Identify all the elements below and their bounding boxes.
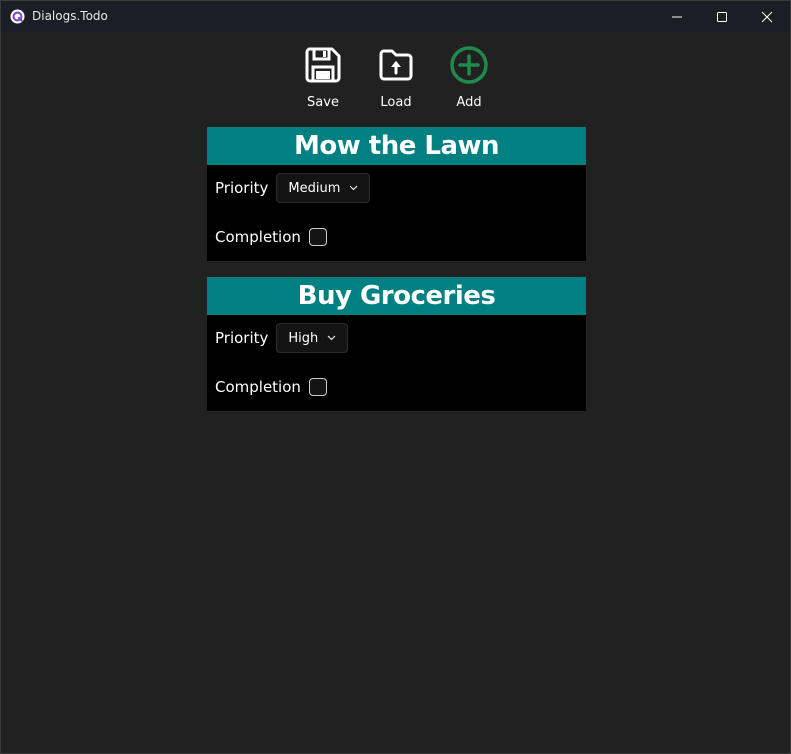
priority-value: High xyxy=(288,330,319,346)
priority-row: Priority High xyxy=(215,323,349,353)
folder-upload-icon xyxy=(379,49,413,81)
priority-value: Medium xyxy=(288,180,341,196)
load-label: Load xyxy=(380,95,412,110)
priority-dropdown[interactable]: High xyxy=(276,323,349,353)
maximize-icon xyxy=(717,11,727,22)
save-button[interactable]: Save xyxy=(293,41,353,111)
priority-label: Priority xyxy=(215,179,269,197)
completion-label: Completion xyxy=(215,228,301,246)
priority-label: Priority xyxy=(215,329,269,347)
window-title: Dialogs.Todo xyxy=(32,9,108,23)
priority-row: Priority Medium xyxy=(215,173,371,203)
minimize-icon xyxy=(672,16,682,17)
todo-card-header: Mow the Lawn xyxy=(207,127,586,165)
completion-checkbox[interactable] xyxy=(308,228,327,246)
plus-circle-icon xyxy=(450,46,488,84)
todo-card: Buy Groceries Priority High Completion xyxy=(207,277,586,411)
priority-dropdown[interactable]: Medium xyxy=(276,173,371,203)
completion-row: Completion xyxy=(215,228,327,246)
completion-label: Completion xyxy=(215,378,301,396)
completion-checkbox[interactable] xyxy=(308,378,327,396)
load-button[interactable]: Load xyxy=(366,41,426,111)
chevron-down-icon xyxy=(327,335,336,341)
minimize-button[interactable] xyxy=(654,1,700,32)
save-label: Save xyxy=(307,95,339,110)
maximize-button[interactable] xyxy=(699,1,745,32)
chevron-down-icon xyxy=(349,185,358,191)
title-bar[interactable]: Dialogs.Todo xyxy=(1,1,790,32)
close-icon xyxy=(761,11,773,22)
todo-title: Buy Groceries xyxy=(297,281,496,311)
floppy-disk-icon xyxy=(305,47,341,83)
add-label: Add xyxy=(456,95,482,110)
close-button[interactable] xyxy=(744,1,790,32)
todo-title: Mow the Lawn xyxy=(293,131,500,161)
todo-card-header: Buy Groceries xyxy=(207,277,586,315)
app-logo-icon xyxy=(10,9,25,24)
completion-row: Completion xyxy=(215,378,327,396)
app-window: Dialogs.Todo Save Load Add Mow the Lawn … xyxy=(0,0,791,754)
todo-card: Mow the Lawn Priority Medium Completion xyxy=(207,127,586,261)
add-button[interactable]: Add xyxy=(439,41,499,111)
